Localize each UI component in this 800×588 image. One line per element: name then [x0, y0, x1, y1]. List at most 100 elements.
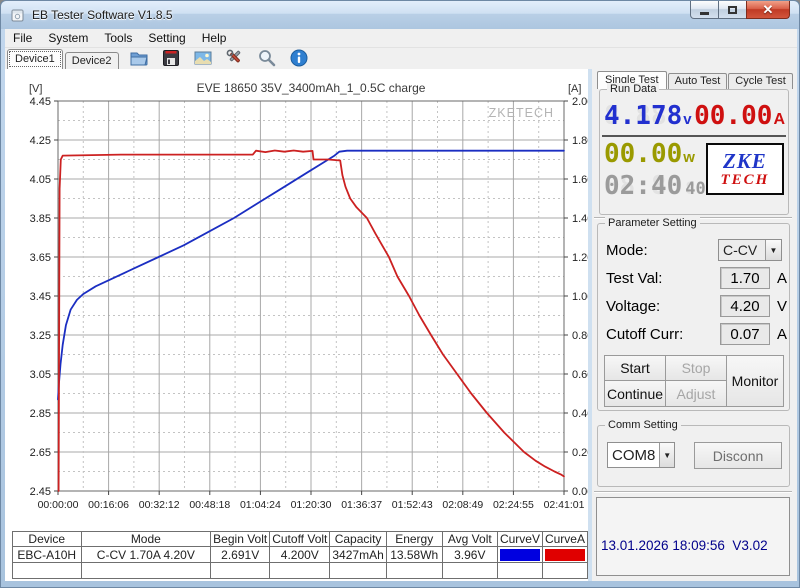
parameter-setting-label: Parameter Setting: [605, 217, 700, 229]
chevron-down-icon[interactable]: ▼: [765, 240, 781, 260]
col-header-mode: Mode: [80, 531, 212, 547]
start-button[interactable]: Start: [604, 355, 666, 381]
svg-text:ZKETECH: ZKETECH: [489, 106, 554, 120]
svg-text:2.45: 2.45: [30, 486, 51, 498]
app-window: EB Tester Software V1.8.5 ✕ File System To…: [0, 0, 800, 588]
disconnect-button[interactable]: Disconn: [694, 442, 782, 469]
col-header-avg-volt: Avg Volt: [441, 531, 498, 547]
table-row[interactable]: EBC-A10H C-CV 1.70A 4.20V 2.691V 4.200V 3427…: [12, 546, 589, 563]
col-header-begin-volt: Begin Volt: [210, 531, 271, 547]
svg-text:00:32:12: 00:32:12: [139, 499, 180, 511]
table-cell: [329, 562, 387, 579]
continue-button[interactable]: Continue: [604, 380, 666, 407]
open-file-icon[interactable]: [129, 48, 149, 68]
svg-text:3.45: 3.45: [30, 291, 51, 303]
maximize-button[interactable]: [719, 1, 746, 19]
menu-item-help[interactable]: Help: [194, 29, 235, 47]
monitor-button[interactable]: Monitor: [726, 355, 784, 407]
menu-item-tools[interactable]: Tools: [96, 29, 140, 47]
col-header-cutoff-volt: Cutoff Volt: [269, 531, 331, 547]
svg-text:3.65: 3.65: [30, 252, 51, 264]
zoom-icon[interactable]: [257, 48, 277, 68]
time-display: 88:88 02:40: [604, 171, 683, 201]
svg-text:00:48:18: 00:48:18: [189, 499, 230, 511]
charge-curve-chart: 4.45 4.25 4.05 3.85 3.65 3.45 3.25 3.05 2.85 2.65…: [30, 96, 592, 511]
svg-text:01:36:37: 01:36:37: [341, 499, 382, 511]
svg-text:01:04:24: 01:04:24: [240, 499, 281, 511]
menu-bar: File System Tools Setting Help: [5, 29, 797, 48]
minimize-button[interactable]: [690, 1, 719, 19]
title-bar[interactable]: EB Tester Software V1.8.5 ✕: [1, 1, 799, 29]
current-display: 88.88 00.00: [694, 101, 773, 131]
time-seconds-display: 88 40: [685, 179, 706, 199]
table-cell: EBC-A10H: [12, 546, 82, 563]
table-row[interactable]: [12, 562, 589, 579]
menu-item-file[interactable]: File: [5, 29, 40, 47]
run-data-label: Run Data: [607, 83, 660, 95]
voltage-unit: v: [683, 111, 692, 128]
table-cell: C-CV 1.70A 4.20V: [80, 546, 212, 563]
control-panel: Single Test Auto Test Cycle Test Run Data …: [592, 69, 797, 581]
svg-text:02:24:55: 02:24:55: [493, 499, 534, 511]
svg-text:02:41:01: 02:41:01: [544, 499, 585, 511]
voltage-field[interactable]: [720, 295, 770, 317]
stop-button[interactable]: Stop: [665, 355, 727, 381]
info-icon[interactable]: [289, 48, 309, 68]
table-cell: [12, 562, 82, 579]
status-box: 13.01.2026 18:09:56 V3.02 Device1: STOP: [596, 497, 790, 576]
close-icon: ✕: [762, 2, 774, 17]
tab-device2[interactable]: Device2: [64, 52, 119, 70]
svg-text:4.45: 4.45: [30, 96, 51, 108]
chevron-down-icon[interactable]: ▼: [659, 443, 674, 467]
toolbar: Device1 Device2: [5, 48, 797, 70]
export-image-icon[interactable]: [193, 48, 213, 68]
com-port-select[interactable]: COM8 ▼: [607, 442, 675, 468]
separator: [594, 491, 792, 493]
table-cell: 3.96V: [441, 546, 498, 563]
table-cell: [541, 562, 589, 579]
test-val-field[interactable]: [720, 267, 770, 289]
cutoff-curr-field[interactable]: [720, 323, 770, 345]
table-cell: 3427mAh: [329, 546, 387, 563]
results-table[interactable]: Device Mode Begin Volt Cutoff Volt Capacity E…: [12, 531, 589, 579]
run-data-group: Run Data 8.888 4.178 v 88.88 00.00 A 88.88…: [599, 83, 789, 215]
voltage-display: 8.888 4.178: [604, 101, 683, 131]
svg-text:00:16:06: 00:16:06: [88, 499, 129, 511]
menu-item-setting[interactable]: Setting: [140, 29, 193, 47]
tab-cycle-test[interactable]: Cycle Test: [728, 73, 793, 89]
mode-label: Mode:: [606, 241, 648, 259]
adjust-button[interactable]: Adjust: [665, 380, 727, 407]
tab-device1[interactable]: Device1: [7, 49, 63, 69]
voltage-unit-label: V: [777, 298, 788, 315]
svg-text:00:00:00: 00:00:00: [38, 499, 79, 511]
menu-item-system[interactable]: System: [40, 29, 96, 47]
col-header-device: Device: [12, 531, 82, 547]
table-cell: [496, 562, 543, 579]
svg-text:3.85: 3.85: [30, 213, 51, 225]
maximize-icon: [728, 5, 737, 14]
status-line-datetime: 13.01.2026 18:09:56 V3.02: [601, 538, 768, 554]
svg-text:4.25: 4.25: [30, 135, 51, 147]
table-cell: 2.691V: [210, 546, 271, 563]
device-tabs: Device1 Device2: [5, 49, 119, 70]
svg-text:01:20:30: 01:20:30: [291, 499, 332, 511]
tab-auto-test[interactable]: Auto Test: [667, 73, 728, 89]
tools-icon[interactable]: [225, 48, 245, 68]
svg-text:02:08:49: 02:08:49: [442, 499, 483, 511]
svg-text:01:52:43: 01:52:43: [392, 499, 433, 511]
save-icon[interactable]: [161, 48, 181, 68]
mode-select[interactable]: C-CV ▼: [718, 239, 782, 261]
curve-color-swatch: [499, 548, 540, 561]
svg-text:2.85: 2.85: [30, 408, 51, 420]
run-data-separator: [602, 135, 786, 137]
svg-text:3.05: 3.05: [30, 369, 51, 381]
table-cell: 13.58Wh: [385, 546, 443, 563]
test-val-label: Test Val:: [606, 269, 663, 287]
app-icon: [10, 7, 26, 23]
comm-setting-label: Comm Setting: [605, 419, 681, 431]
voltage-label: Voltage:: [606, 297, 661, 315]
close-button[interactable]: ✕: [746, 1, 790, 19]
power-display: 88.88 00.00: [604, 139, 683, 169]
parameter-setting-group: Parameter Setting Mode: C-CV ▼ Test Val:…: [597, 217, 790, 411]
cutoff-curr-unit: A: [777, 326, 788, 343]
